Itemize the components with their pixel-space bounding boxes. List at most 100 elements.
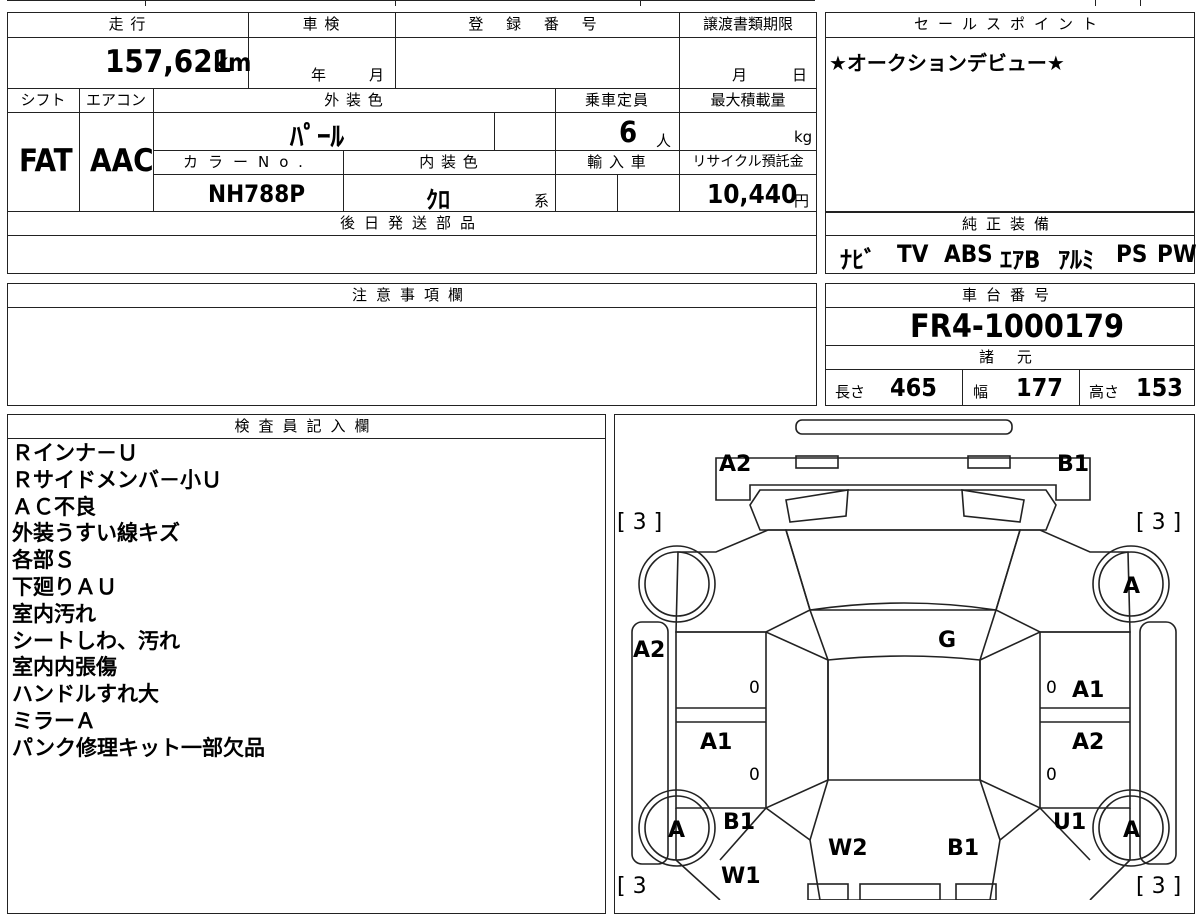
- width-label: 幅: [973, 383, 989, 401]
- exterior-color-value: ﾊﾟｰﾙ: [290, 122, 344, 153]
- registration-label: 登 録 番 号: [468, 15, 606, 33]
- inspection-label: 車 検: [302, 15, 341, 33]
- equipment-ps: PS: [1116, 240, 1148, 268]
- max-load-label: 最大積載量: [710, 91, 786, 109]
- shift-value: FAT: [19, 143, 73, 179]
- transfer-deadline-label: 譲渡書類期限: [702, 15, 793, 33]
- later-parts-label: 後日発送部品: [339, 214, 484, 232]
- recycle-fee-value: 10,440: [707, 180, 798, 210]
- grid-line: [825, 37, 1195, 38]
- length-label: 長さ: [835, 383, 866, 401]
- top-edge-line: [7, 0, 815, 1]
- capacity-value: 6: [619, 115, 638, 149]
- specs-label: 諸 元: [979, 348, 1041, 366]
- damage-front-right: B1: [1057, 452, 1090, 477]
- deadline-month-unit: 月: [732, 66, 748, 84]
- grid-line: [7, 438, 606, 439]
- damage-right-door-rear: A2: [1072, 730, 1105, 755]
- recycle-fee-unit: 円: [794, 192, 810, 210]
- mileage-label: 走 行: [108, 15, 147, 33]
- note-line: 各部Ｓ: [12, 548, 75, 573]
- damage-rear-w2: W2: [828, 836, 868, 861]
- width-value: 177: [1016, 373, 1063, 402]
- grid-line: [1079, 369, 1080, 406]
- interior-color-value: ｸﾛ: [426, 186, 450, 214]
- capacity-unit: 人: [656, 132, 672, 150]
- grid-line: [494, 112, 495, 150]
- equipment-abs: ABS: [944, 240, 993, 268]
- damage-wheel-rl: A: [668, 818, 686, 843]
- note-line: パンク修理キット一部欠品: [12, 735, 266, 760]
- damage-rear-left-w: W1: [721, 864, 761, 889]
- damage-front-left: A2: [719, 452, 752, 477]
- capacity-label: 乗車定員: [584, 91, 649, 109]
- genuine-equipment-label: 純正装備: [961, 215, 1058, 233]
- chassis-no-label: 車台番号: [961, 286, 1058, 304]
- inspection-year-unit: 年: [311, 66, 327, 84]
- grid-line: [153, 174, 817, 175]
- damage-rear-b1: B1: [947, 836, 980, 861]
- shift-label: シフト: [20, 91, 66, 109]
- max-load-unit: kg: [794, 128, 813, 146]
- equipment-airbag: ｴｱB: [1000, 246, 1041, 274]
- damage-left-door-rear: A1: [700, 730, 733, 755]
- tire-count-bl: [ 3: [617, 874, 647, 899]
- inspector-notes-list: Ｒインナ－Ｕ Ｒサイドメンバ－小Ｕ ＡＣ不良 外装うすい線キズ 各部Ｓ 下廻りＡ…: [12, 440, 265, 762]
- zero-mark: 0: [1046, 765, 1057, 785]
- length-value: 465: [890, 373, 937, 402]
- note-line: 外装うすい線キズ: [12, 521, 180, 546]
- grid-line: [825, 235, 1195, 236]
- note-line: Ｒサイドメンバ－小Ｕ: [12, 467, 222, 492]
- damage-left-fender: A2: [633, 638, 666, 663]
- note-line: 室内汚れ: [12, 601, 96, 626]
- tire-count-tl: [ 3 ]: [617, 510, 663, 535]
- height-label: 高さ: [1089, 383, 1120, 401]
- sales-point-text: ★オークションデビュー★: [829, 51, 1065, 75]
- damage-wheel-rr: A: [1123, 818, 1141, 843]
- top-edge-tick: [395, 0, 396, 6]
- zero-mark: 0: [749, 765, 760, 785]
- top-edge-tick: [640, 0, 641, 6]
- damage-rear-left-b: B1: [723, 810, 756, 835]
- deadline-day-unit: 日: [792, 66, 808, 84]
- grid-line: [962, 369, 963, 406]
- color-no-value: NH788P: [208, 180, 306, 208]
- height-value: 153: [1136, 373, 1183, 402]
- note-line: ハンドルすれ大: [12, 682, 159, 707]
- car-diagram: [631, 419, 1177, 900]
- interior-color-label: 内 装 色: [419, 153, 479, 171]
- grid-line: [825, 369, 1195, 370]
- aircon-label: エアコン: [85, 91, 146, 109]
- note-line: シートしわ、汚れ: [12, 628, 180, 653]
- color-no-label: カラーNo.: [183, 153, 313, 171]
- damage-right-door-front: A1: [1072, 678, 1105, 703]
- tire-count-br: [ 3 ]: [1136, 874, 1182, 899]
- equipment-navi: ﾅﾋﾞ: [840, 246, 876, 274]
- note-line: 室内内張傷: [12, 655, 117, 680]
- note-line: Ｒインナ－Ｕ: [12, 441, 138, 465]
- equipment-alloy: ｱﾙﾐ: [1058, 246, 1094, 274]
- grid-line: [7, 307, 817, 308]
- note-line: 下廻りＡＵ: [12, 574, 117, 599]
- top-edge-tick: [1140, 0, 1141, 6]
- inspector-notes-label: 検査員記入欄: [234, 417, 379, 435]
- equipment-tv: TV: [897, 240, 929, 268]
- inspection-month-unit: 月: [369, 66, 385, 84]
- chassis-no-value: FR4-1000179: [910, 307, 1125, 345]
- sales-point-box: [825, 12, 1195, 212]
- grid-line: [7, 235, 817, 236]
- note-line: ミラーＡ: [12, 708, 96, 733]
- zero-mark: 0: [749, 678, 760, 698]
- note-line: ＡＣ不良: [12, 494, 96, 519]
- grid-line: [7, 112, 817, 113]
- cautions-label: 注意事項欄: [351, 286, 472, 304]
- interior-color-suffix: 系: [534, 192, 550, 210]
- grid-line: [7, 37, 817, 38]
- tire-count-tr: [ 3 ]: [1136, 510, 1182, 535]
- top-edge-tick: [145, 0, 146, 6]
- exterior-color-label: 外 装 色: [324, 91, 384, 109]
- sales-point-label: セールスポイント: [913, 15, 1106, 33]
- damage-wheel-fr: A: [1123, 574, 1141, 599]
- equipment-pw: PW: [1157, 240, 1197, 268]
- damage-rear-right-u: U1: [1053, 810, 1087, 835]
